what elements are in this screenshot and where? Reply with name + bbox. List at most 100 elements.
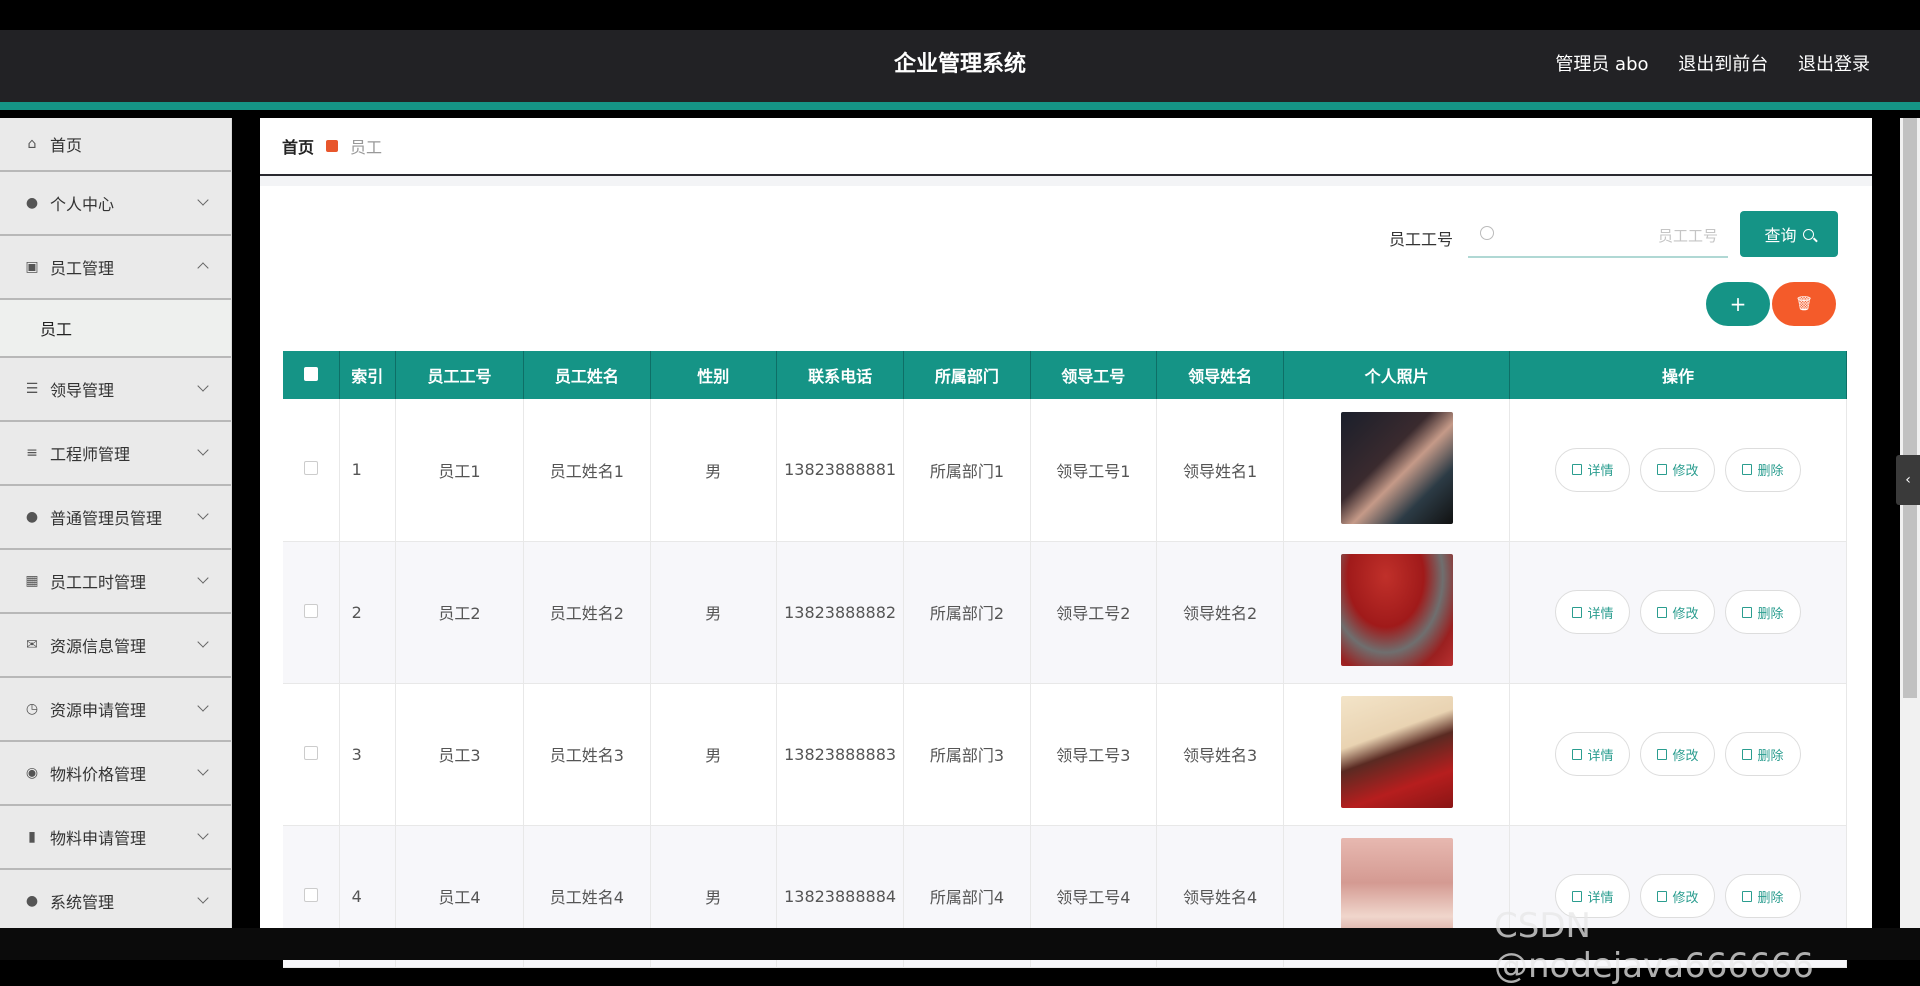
sidebar-item-label: 资源信息管理	[50, 637, 147, 656]
mail-icon: ✉	[26, 637, 38, 653]
delete-button[interactable]: 删除	[1725, 447, 1801, 492]
row-checkbox[interactable]	[303, 603, 318, 618]
app-screen: 企业管理系统 管理员 abo 退出到前台 退出登录 ⌂ 首页 ● 个人中心 ▣ …	[0, 0, 1920, 986]
detail-label: 详情	[1587, 606, 1614, 622]
user-menu[interactable]: 管理员 abo	[1555, 54, 1648, 75]
delete-button[interactable]: 删除	[1725, 590, 1801, 634]
sidebar-item-leader-mgmt[interactable]: ☰ 领导管理	[0, 358, 231, 422]
delete-label: 删除	[1757, 606, 1784, 622]
sidebar-item-label: 物料申请管理	[50, 829, 147, 848]
cell-phone: 13823888882	[776, 541, 905, 684]
row-checkbox[interactable]	[303, 887, 318, 902]
home-icon: ⌂	[27, 136, 37, 152]
sidebar-item-label: 系统管理	[50, 893, 115, 912]
sidebar-item-label: 普通管理员管理	[50, 509, 163, 528]
sidebar-subitem-employee[interactable]: 员工	[0, 300, 231, 358]
top-header: 企业管理系统 管理员 abo 退出到前台 退出登录	[0, 30, 1920, 110]
clipboard-icon: ▣	[25, 259, 39, 275]
breadcrumb: 首页 员工	[260, 118, 1872, 176]
cell-index: 3	[339, 683, 396, 826]
add-button[interactable]: +	[1706, 282, 1770, 326]
employee-photo	[1340, 411, 1453, 524]
cell-gender: 男	[650, 399, 777, 542]
cell-emp-no: 员工2	[395, 541, 525, 684]
cell-leader-name: 领导姓名2	[1156, 541, 1285, 684]
chevron-down-icon	[197, 892, 209, 904]
sidebar-item-engineer-mgmt[interactable]: ≡ 工程师管理	[0, 422, 231, 486]
row-checkbox-cell	[283, 541, 340, 684]
column-header: 个人照片	[1283, 351, 1510, 399]
edit-icon	[1657, 748, 1668, 760]
cell-leader-name: 领导姓名1	[1156, 399, 1285, 542]
scrollbar-thumb[interactable]	[1903, 118, 1917, 698]
trash-icon	[1742, 606, 1753, 618]
row-checkbox-cell	[283, 399, 340, 542]
sidebar-item-system-mgmt[interactable]: ● 系统管理	[0, 870, 231, 934]
sliders-icon: ☰	[25, 381, 39, 397]
column-header[interactable]: 领导工号	[1030, 351, 1157, 399]
edit-icon	[1657, 890, 1668, 902]
breadcrumb-home[interactable]: 首页	[282, 134, 314, 158]
edit-button[interactable]: 修改	[1640, 590, 1716, 634]
cell-leader-no: 领导工号2	[1030, 541, 1157, 684]
detail-label: 详情	[1587, 748, 1614, 764]
column-header[interactable]: 联系电话	[776, 351, 905, 399]
edit-label: 修改	[1672, 890, 1699, 906]
cell-emp-no: 员工3	[395, 683, 525, 826]
sidebar-item-admin-mgmt[interactable]: ● 普通管理员管理	[0, 486, 231, 550]
back-to-front-link[interactable]: 退出到前台	[1678, 54, 1768, 75]
chevron-up-icon	[197, 262, 209, 274]
query-button[interactable]: 查询	[1740, 211, 1838, 257]
doc-icon	[1572, 464, 1583, 476]
column-header[interactable]: 索引	[339, 351, 396, 399]
detail-button[interactable]: 详情	[1555, 732, 1631, 776]
bulb-icon: ●	[25, 893, 39, 909]
sidebar-item-profile[interactable]: ● 个人中心	[0, 172, 231, 236]
sidebar-item-resource-apply[interactable]: ◷ 资源申请管理	[0, 678, 231, 742]
sidebar-item-label: 员工工时管理	[50, 573, 147, 592]
detail-button[interactable]: 详情	[1555, 447, 1631, 492]
logout-link[interactable]: 退出登录	[1798, 54, 1870, 75]
sidebar-item-material-apply[interactable]: ▮ 物料申请管理	[0, 806, 231, 870]
sidebar-item-home[interactable]: ⌂ 首页	[0, 118, 231, 172]
column-header[interactable]: 员工工号	[395, 351, 525, 399]
delete-button[interactable]: 删除	[1725, 732, 1801, 776]
vertical-scrollbar[interactable]	[1900, 118, 1920, 928]
sidebar-item-material-price[interactable]: ◉ 物料价格管理	[0, 742, 231, 806]
edit-icon	[1657, 606, 1668, 618]
select-all-checkbox[interactable]	[303, 366, 318, 381]
column-header[interactable]: 员工姓名	[523, 351, 651, 399]
edit-button[interactable]: 修改	[1640, 732, 1716, 776]
column-header[interactable]: 性别	[650, 351, 777, 399]
batch-delete-button[interactable]: 🗑	[1772, 282, 1836, 326]
column-header[interactable]: 领导姓名	[1156, 351, 1285, 399]
query-button-label: 查询	[1764, 226, 1797, 245]
sidebar-item-worktime-mgmt[interactable]: ▦ 员工工时管理	[0, 550, 231, 614]
cell-gender: 男	[650, 541, 777, 684]
cell-ops: 详情 修改 删除	[1509, 399, 1848, 542]
chevron-down-icon	[197, 828, 209, 840]
sidebar-item-label: 员工管理	[50, 259, 115, 278]
column-header[interactable]: 所属部门	[903, 351, 1031, 399]
chevron-down-icon	[197, 194, 209, 206]
sidebar-item-label: 工程师管理	[50, 445, 131, 464]
doc-icon	[1572, 748, 1583, 760]
chevron-down-icon	[197, 444, 209, 456]
cell-name: 员工姓名2	[523, 541, 651, 684]
sidebar-item-resource-info[interactable]: ✉ 资源信息管理	[0, 614, 231, 678]
grid-icon: ▦	[25, 573, 39, 589]
row-checkbox[interactable]	[303, 745, 318, 760]
edit-button[interactable]: 修改	[1640, 447, 1716, 492]
cell-emp-no: 员工1	[395, 399, 525, 542]
edit-icon	[1657, 464, 1668, 476]
sidebar-item-label: 资源申请管理	[50, 701, 147, 720]
detail-button[interactable]: 详情	[1555, 590, 1631, 634]
cell-phone: 13823888881	[776, 399, 905, 542]
search-input[interactable]	[1508, 222, 1718, 250]
row-checkbox[interactable]	[303, 461, 318, 476]
trash-icon	[1742, 748, 1753, 760]
side-panel-toggle[interactable]: ‹	[1896, 455, 1920, 505]
cell-photo	[1283, 683, 1510, 826]
sidebar-item-employee-mgmt[interactable]: ▣ 员工管理	[0, 236, 231, 300]
sidebar-item-label: 首页	[50, 136, 83, 155]
